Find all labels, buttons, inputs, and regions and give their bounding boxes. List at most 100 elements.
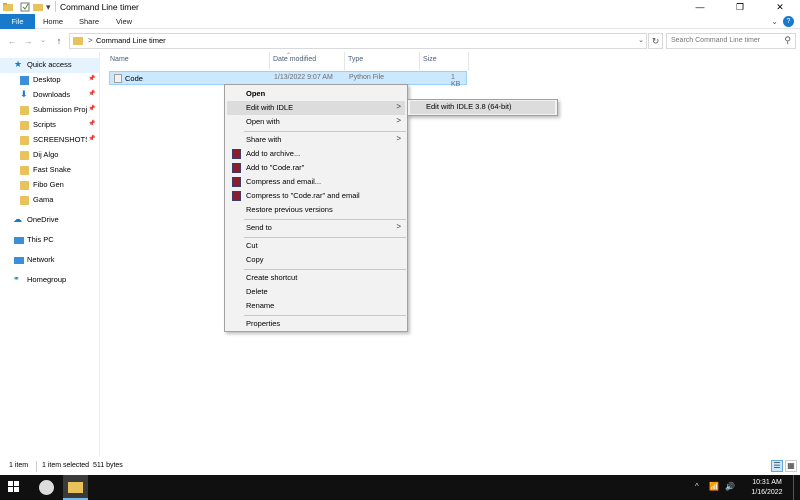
close-icon: ✕ — [776, 2, 784, 12]
menu-item-copy[interactable]: Copy — [227, 253, 405, 267]
menu-item-label: Compress and email... — [246, 177, 322, 186]
tab-file[interactable]: File — [0, 14, 35, 29]
menu-item-label: Add to "Code.rar" — [246, 163, 305, 172]
menu-item-send-to[interactable]: Send to > — [227, 221, 405, 235]
show-desktop-button[interactable] — [793, 475, 794, 500]
desktop-icon — [20, 76, 29, 85]
chevron-down-icon[interactable]: ▾ — [46, 2, 51, 13]
menu-item-edit-with-idle[interactable]: Edit with IDLE > — [227, 101, 405, 115]
folder-icon — [20, 106, 29, 115]
nav-item-downloads[interactable]: ⬇ Downloads 📌 — [0, 88, 100, 103]
menu-item-cut[interactable]: Cut — [227, 239, 405, 253]
search-input[interactable]: Search Command Line timer ⚲ — [666, 33, 796, 49]
breadcrumb-current[interactable]: Command Line timer — [96, 36, 166, 45]
nav-item-dij-algo[interactable]: Dij Algo — [0, 148, 100, 163]
network-status-icon[interactable]: 📶 — [709, 482, 719, 491]
status-divider — [36, 461, 37, 472]
nav-item-label: OneDrive — [27, 215, 59, 224]
tab-share[interactable]: Share — [73, 14, 105, 29]
menu-item-edit-with-idle-3-8[interactable]: Edit with IDLE 3.8 (64-bit) — [410, 101, 555, 114]
column-header: ⌃ Name Date modified Type Size — [100, 52, 800, 70]
file-row[interactable]: Code 1/13/2022 9:07 AM Python File 1 KB — [109, 71, 467, 88]
folder-icon — [20, 151, 29, 160]
menu-item-open[interactable]: Open — [227, 87, 405, 101]
nav-item-network[interactable]: Network — [0, 253, 100, 268]
maximize-button[interactable]: ❐ — [720, 0, 760, 14]
title-divider — [55, 1, 56, 12]
column-divider[interactable] — [344, 52, 345, 70]
nav-item-gama[interactable]: Gama — [0, 193, 100, 208]
menu-item-compress-to-code-rar-and-email[interactable]: Compress to "Code.rar" and email — [227, 189, 405, 203]
expand-ribbon-icon[interactable]: ⌄ — [771, 17, 778, 26]
nav-item-this-pc[interactable]: This PC — [0, 233, 100, 248]
menu-item-delete[interactable]: Delete — [227, 285, 405, 299]
arrow-left-icon: ← — [7, 36, 17, 46]
nav-item-fibo-gen[interactable]: Fibo Gen — [0, 178, 100, 193]
tab-view[interactable]: View — [108, 14, 140, 29]
chevron-right-icon: > — [396, 102, 401, 111]
up-button[interactable]: ↑ — [53, 34, 65, 48]
nav-item-scripts[interactable]: Scripts 📌 — [0, 118, 100, 133]
chevron-down-icon[interactable]: ⌄ — [638, 36, 644, 44]
menu-item-add-to-code-rar[interactable]: Add to "Code.rar" — [227, 161, 405, 175]
menu-item-create-shortcut[interactable]: Create shortcut — [227, 271, 405, 285]
volume-icon[interactable]: 🔊 — [725, 482, 735, 491]
properties-icon[interactable] — [20, 2, 30, 14]
new-folder-icon[interactable] — [33, 2, 43, 14]
menu-item-open-with[interactable]: Open with > — [227, 115, 405, 129]
nav-item-homegroup[interactable]: ⚭ Homegroup — [0, 273, 100, 288]
nav-item-desktop[interactable]: Desktop 📌 — [0, 73, 100, 88]
column-size[interactable]: Size — [423, 56, 437, 63]
nav-item-onedrive[interactable]: ☁ OneDrive — [0, 213, 100, 228]
homegroup-icon: ⚭ — [13, 274, 20, 283]
breadcrumb-separator[interactable]: > — [88, 36, 93, 45]
help-button[interactable]: ? — [783, 16, 794, 27]
address-bar[interactable]: > Command Line timer ⌄ — [69, 33, 647, 49]
nav-item-fast-snake[interactable]: Fast Snake — [0, 163, 100, 178]
computer-icon — [14, 237, 24, 244]
nav-item-label: Fibo Gen — [33, 180, 64, 189]
back-button[interactable]: ← — [6, 34, 18, 48]
nav-item-label: SCREENSHOTS — [33, 135, 87, 144]
context-menu: Open Edit with IDLE > Open with > Share … — [224, 84, 408, 332]
column-divider[interactable] — [419, 52, 420, 70]
refresh-button[interactable]: ↻ — [648, 33, 663, 49]
nav-item-screenshots[interactable]: SCREENSHOTS 📌 — [0, 133, 100, 148]
nav-item-quick-access[interactable]: ★ Quick access — [0, 58, 100, 73]
close-button[interactable]: ✕ — [760, 0, 800, 14]
clock[interactable]: 10:31 AM 1/16/2022 — [742, 478, 792, 498]
forward-button[interactable]: → — [22, 34, 34, 48]
menu-item-restore-previous-versions[interactable]: Restore previous versions — [227, 203, 405, 217]
menu-item-label: Open with — [246, 117, 280, 126]
python-idle-icon — [39, 480, 54, 495]
details-view-button[interactable]: ☰ — [771, 460, 783, 472]
column-divider[interactable] — [269, 52, 270, 70]
menu-item-share-with[interactable]: Share with > — [227, 133, 405, 147]
menu-item-compress-and-email[interactable]: Compress and email... — [227, 175, 405, 189]
clock-date: 1/16/2022 — [751, 489, 783, 496]
chevron-right-icon: > — [396, 222, 401, 231]
column-divider[interactable] — [468, 52, 469, 70]
file-name: Code — [125, 74, 143, 83]
column-date-modified[interactable]: Date modified — [273, 56, 316, 63]
winrar-icon — [232, 177, 241, 187]
ribbon-tabs: File Home Share View ⌄ ? — [0, 14, 800, 29]
menu-item-properties[interactable]: Properties — [227, 317, 405, 331]
file-date-modified: 1/13/2022 9:07 AM — [274, 74, 333, 81]
menu-item-add-to-archive[interactable]: Add to archive... — [227, 147, 405, 161]
minimize-button[interactable]: — — [680, 0, 720, 14]
taskbar-app-python[interactable] — [34, 475, 59, 500]
start-button[interactable] — [8, 481, 20, 493]
large-icons-view-button[interactable]: ▦ — [785, 460, 797, 472]
tab-home[interactable]: Home — [37, 14, 69, 29]
nav-item-label: This PC — [27, 235, 54, 244]
nav-item-label: Homegroup — [27, 275, 67, 284]
column-type[interactable]: Type — [348, 56, 363, 63]
column-name[interactable]: Name — [110, 56, 129, 63]
recent-locations-button[interactable]: ⌄ — [37, 34, 49, 48]
network-icon — [14, 257, 24, 264]
menu-item-rename[interactable]: Rename — [227, 299, 405, 313]
chevron-up-icon[interactable]: ^ — [695, 482, 699, 491]
nav-item-submission-project[interactable]: Submission Proje 📌 — [0, 103, 100, 118]
taskbar-app-file-explorer[interactable] — [63, 475, 88, 500]
